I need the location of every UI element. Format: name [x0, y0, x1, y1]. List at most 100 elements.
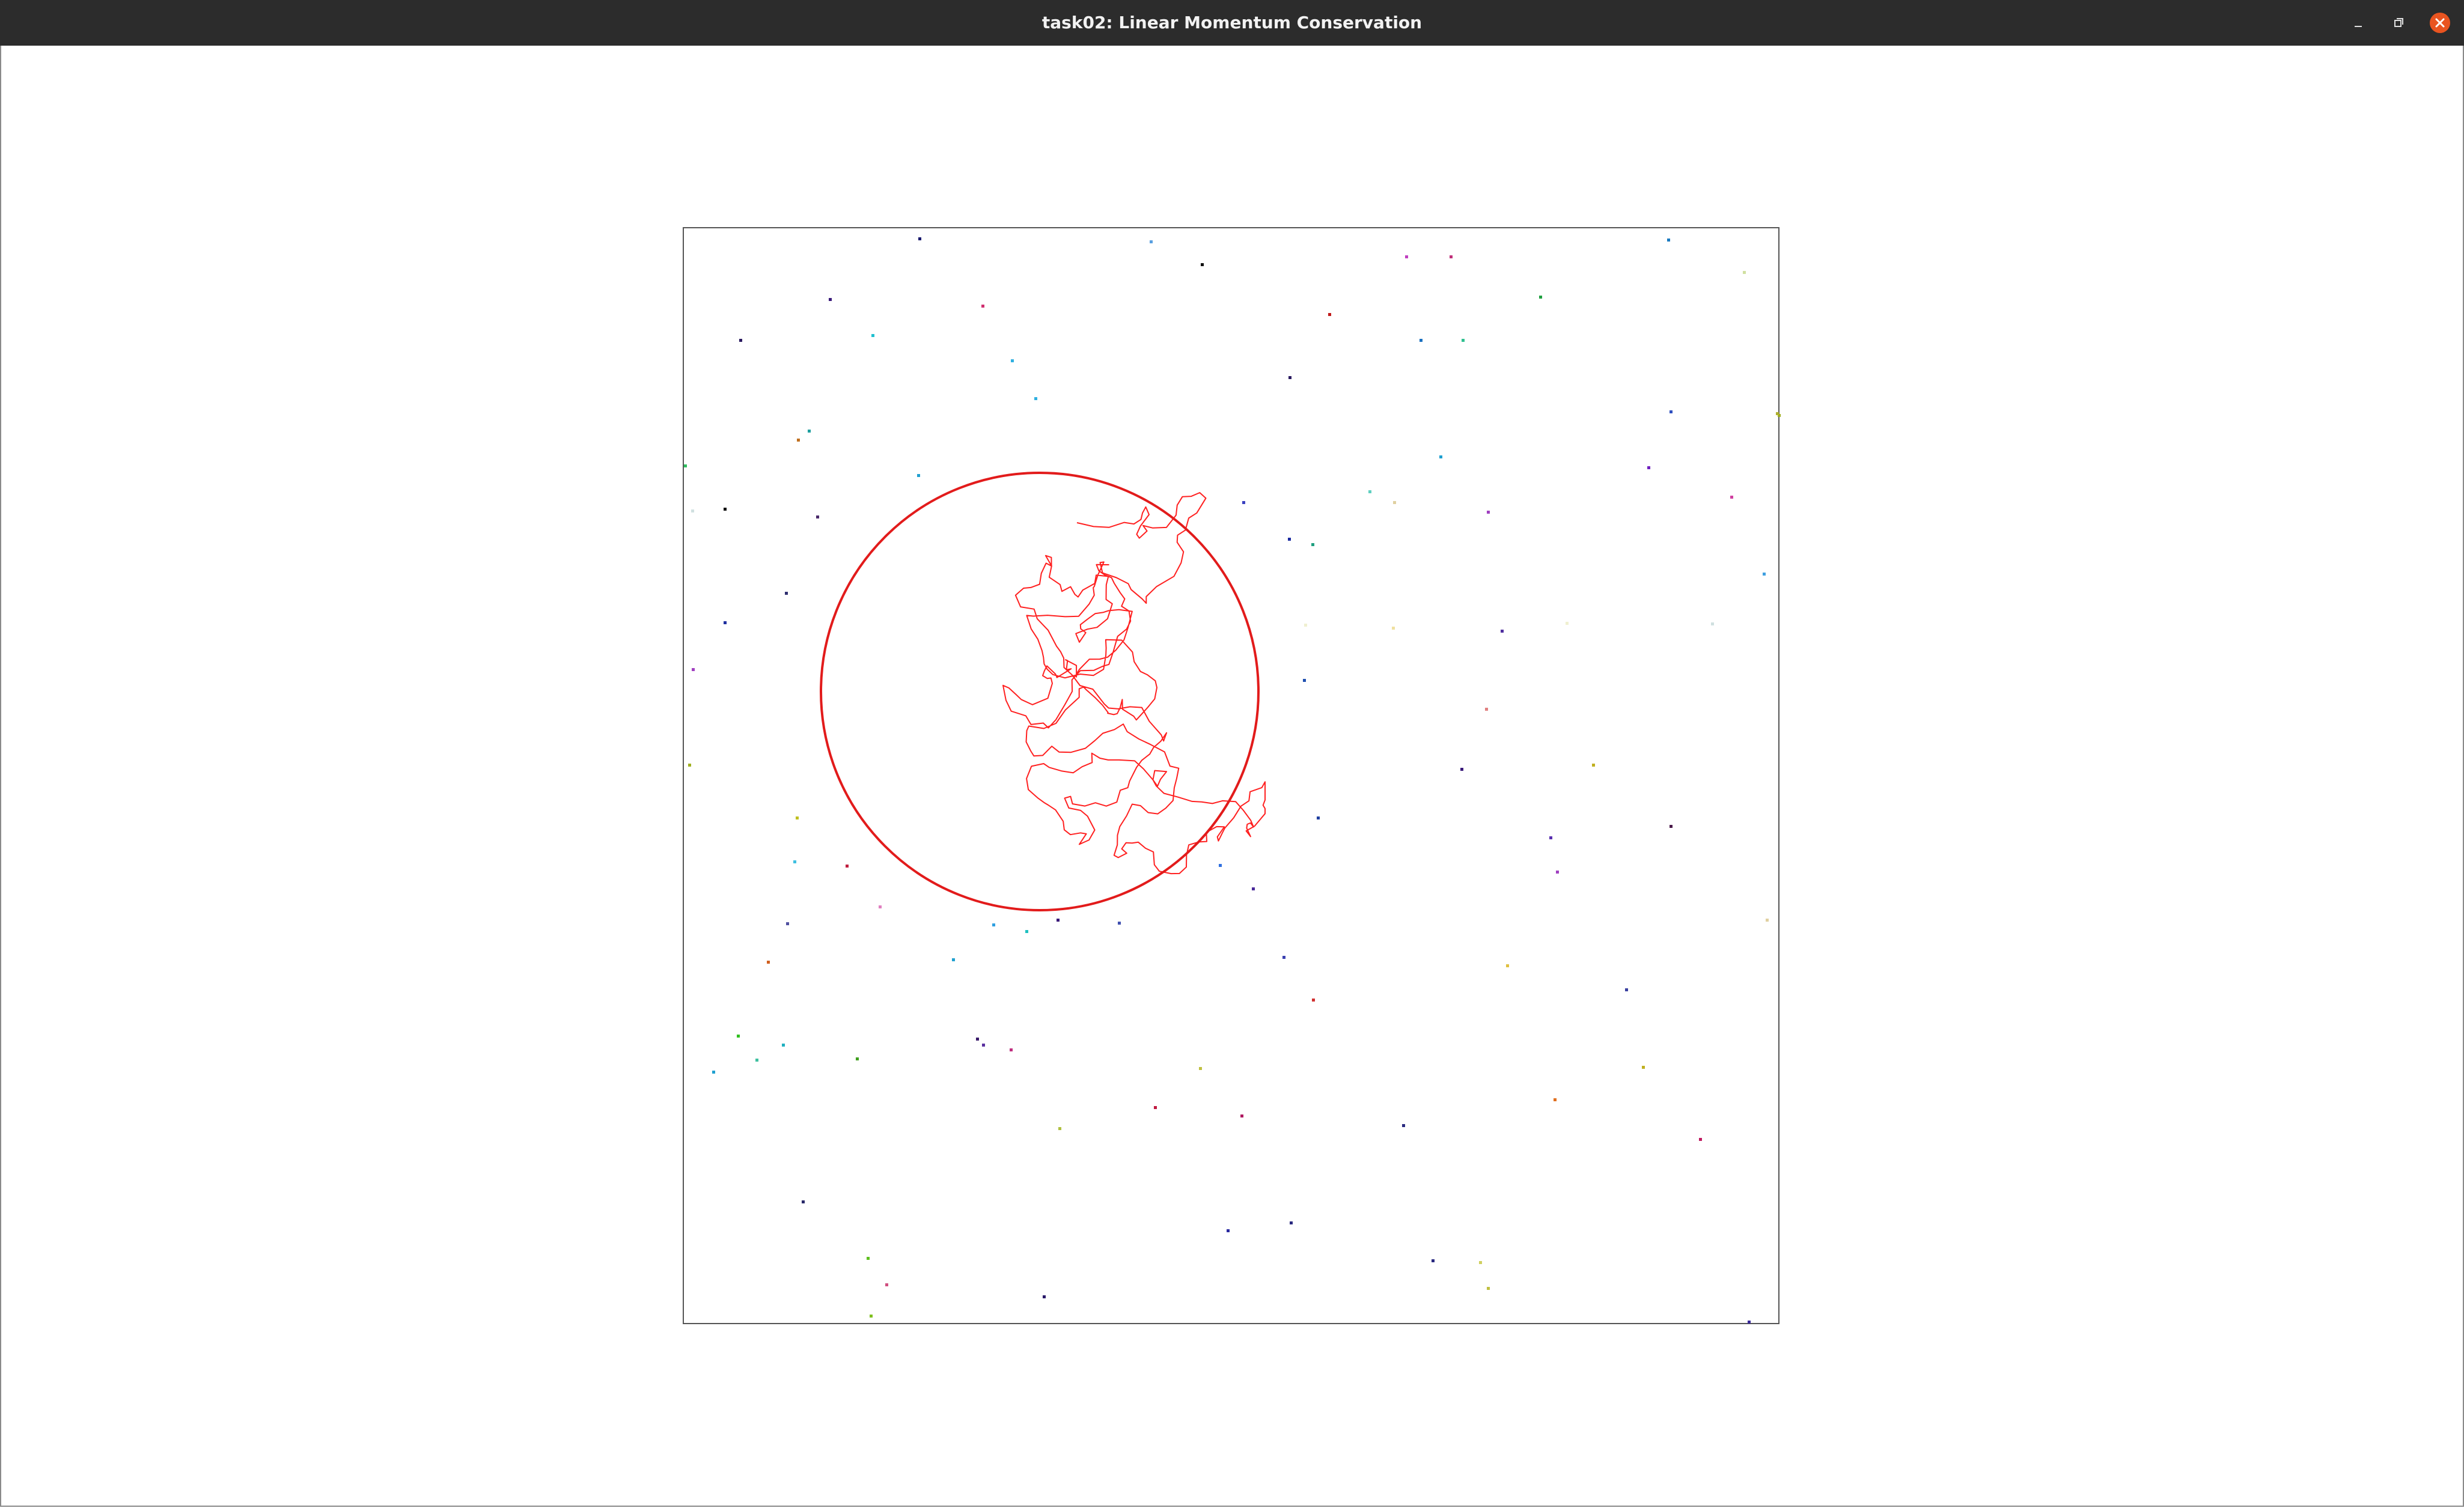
big-ball [820, 472, 1260, 911]
particle [1290, 1221, 1293, 1224]
particle [1462, 339, 1465, 342]
particle [1150, 240, 1153, 243]
particle [1556, 871, 1559, 874]
particle [785, 592, 788, 595]
particle [1154, 1106, 1157, 1109]
particle [1219, 864, 1222, 867]
particle [724, 621, 727, 624]
particle [1311, 543, 1314, 546]
particle [684, 464, 687, 467]
particle [1368, 490, 1371, 493]
particle [1303, 679, 1306, 682]
particle [1625, 988, 1628, 991]
particle [1227, 1229, 1230, 1232]
particle [1554, 1098, 1557, 1101]
particle [691, 509, 694, 512]
particle [1479, 1261, 1482, 1264]
particle [1776, 412, 1779, 415]
particle [1043, 1295, 1046, 1298]
particle [688, 764, 691, 767]
particle [1506, 964, 1509, 967]
particle [1252, 887, 1255, 890]
particle [829, 298, 832, 301]
particle [755, 1059, 758, 1062]
particle [1450, 255, 1453, 258]
particle [808, 430, 811, 433]
particle [1118, 922, 1121, 925]
application-window: task02: Linear Momentum Conservation [0, 0, 2464, 1508]
particle [1240, 1114, 1243, 1117]
particle [1642, 1066, 1645, 1069]
particle [1487, 511, 1490, 514]
particle [796, 816, 799, 819]
particle [1766, 919, 1769, 922]
particle [1317, 816, 1320, 819]
particle [1058, 1127, 1061, 1130]
particle [786, 922, 789, 925]
particle [802, 1200, 805, 1203]
particle [1010, 1048, 1013, 1051]
particle [782, 1044, 785, 1047]
particle [1667, 239, 1670, 242]
particle [1201, 263, 1204, 266]
particle [981, 305, 984, 308]
particle [1405, 255, 1408, 258]
particle [1539, 296, 1542, 299]
particle [1242, 501, 1245, 504]
particle [1393, 501, 1396, 504]
particle [1432, 1259, 1435, 1262]
particle [1392, 627, 1395, 630]
particle [846, 865, 849, 868]
particle [1670, 825, 1673, 828]
particle [856, 1057, 859, 1060]
particle [1304, 624, 1307, 627]
particle [1743, 271, 1746, 274]
particle [867, 1257, 870, 1260]
particle [767, 961, 770, 964]
particle [724, 508, 727, 511]
particle [1487, 1287, 1490, 1290]
particle [1402, 1124, 1405, 1127]
particle [712, 1071, 715, 1074]
particle [816, 515, 819, 518]
particle [793, 860, 796, 863]
trajectory-path [1002, 492, 1266, 875]
simulation-box [683, 227, 1779, 1324]
particle [885, 1283, 888, 1286]
particle [1057, 919, 1060, 922]
particle [976, 1038, 979, 1041]
particle [1288, 538, 1291, 541]
particle [917, 474, 920, 477]
particle [1748, 1321, 1751, 1324]
particle [1501, 630, 1504, 633]
particle [871, 334, 874, 337]
particle [1699, 1138, 1702, 1141]
particle [1025, 930, 1028, 933]
particle [737, 1035, 740, 1038]
particle [1312, 999, 1315, 1002]
particle [1566, 622, 1569, 625]
particle [1282, 956, 1285, 959]
particle [982, 1044, 985, 1047]
particle [1420, 339, 1423, 342]
particle [1592, 764, 1595, 767]
particles-layer [684, 237, 1781, 1324]
particle [1034, 397, 1037, 400]
particle [1549, 836, 1552, 839]
particle [1011, 359, 1014, 362]
particle [1460, 768, 1463, 771]
particle [1199, 1067, 1202, 1070]
simulation-canvas [683, 227, 1781, 1324]
particle [1711, 622, 1714, 625]
particle [1288, 376, 1291, 379]
particle [1485, 708, 1488, 711]
particle [879, 905, 882, 908]
particle [992, 923, 995, 926]
particle [1647, 466, 1650, 469]
particle [918, 237, 921, 240]
particle [1439, 455, 1442, 458]
particle [739, 339, 742, 342]
particle [692, 668, 695, 671]
particle [1670, 410, 1673, 413]
particle [797, 439, 800, 442]
